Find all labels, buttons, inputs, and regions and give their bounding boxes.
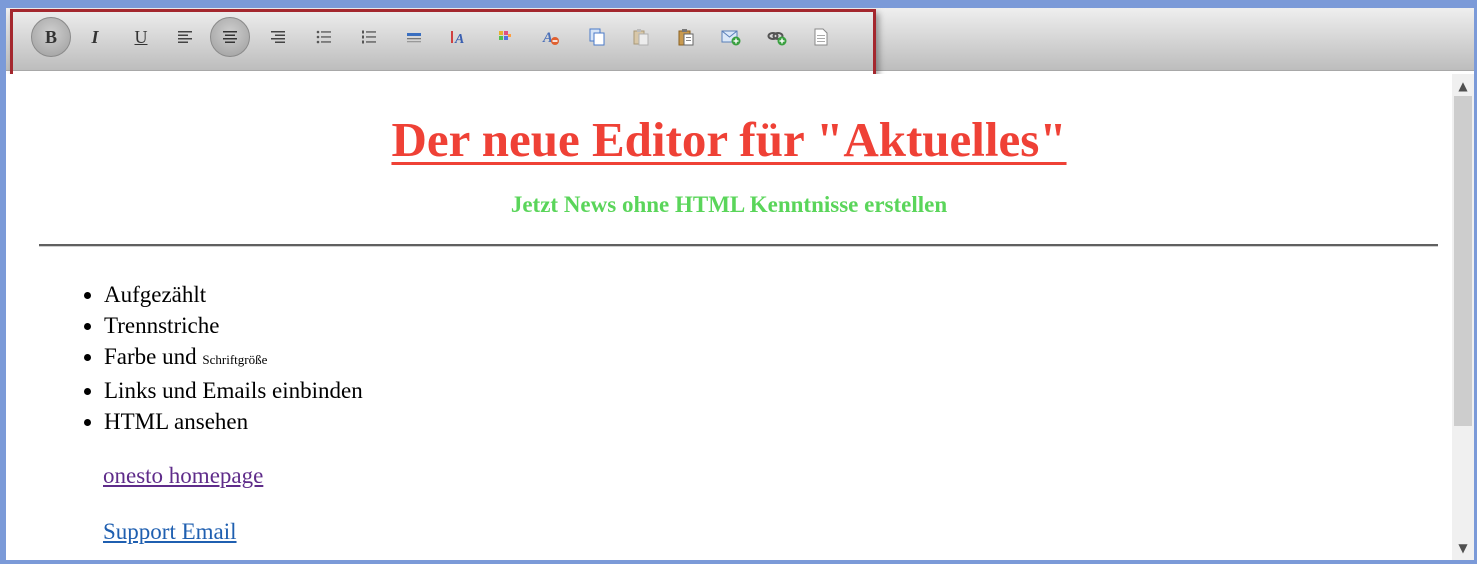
copy-icon [589,28,605,46]
list-item: HTML ansehen [104,406,363,437]
remove-format-icon: A [542,30,559,46]
svg-text:A: A [454,32,464,45]
editor-content-area[interactable]: Der neue Editor für "Aktuelles" Jetzt Ne… [6,74,1452,560]
horizontal-divider [39,244,1438,247]
font-color-button[interactable] [490,22,520,52]
link-add-icon [767,32,787,46]
cut-button[interactable] [626,22,656,52]
copy-button[interactable] [582,22,612,52]
font-size-icon: A [451,31,464,45]
scroll-down-arrow-icon[interactable]: ▼ [1452,538,1474,558]
insert-link-button[interactable] [762,22,792,52]
scroll-thumb[interactable] [1454,96,1472,426]
align-center-button[interactable] [210,17,250,57]
bulleted-list-icon [316,30,331,44]
align-right-button[interactable] [263,22,293,52]
underline-button[interactable]: U [126,22,156,52]
align-left-button[interactable] [170,22,200,52]
list-item: Aufgezählt [104,279,363,310]
numbered-list-icon [362,30,376,44]
list-item-small-text: Schriftgröße [202,352,268,367]
vertical-scrollbar[interactable]: ▲ ▼ [1452,74,1474,560]
feature-list: Aufgezählt Trennstriche Farbe und Schrif… [78,279,363,437]
underline-icon: U [134,26,148,47]
list-item: Trennstriche [104,310,363,341]
list-item-text: Farbe und [104,344,197,369]
font-size-button[interactable]: A [444,22,474,52]
scroll-up-arrow-icon[interactable]: ▲ [1452,76,1474,96]
insert-email-button[interactable] [716,22,746,52]
align-right-icon [271,31,285,43]
list-item: Farbe und Schriftgröße [104,341,363,375]
cut-icon [633,29,649,46]
view-html-button[interactable] [806,22,836,52]
list-item: Links und Emails einbinden [104,375,363,406]
italic-button[interactable]: I [80,22,110,52]
email-add-icon [721,30,741,46]
horizontal-rule-button[interactable] [399,22,429,52]
horizontal-rule-icon [407,33,421,43]
align-center-icon [223,31,237,43]
svg-text:A: A [542,30,553,46]
bold-icon: B [44,26,57,47]
numbered-list-button[interactable] [354,22,384,52]
content-title: Der neue Editor für "Aktuelles" [391,112,1067,167]
content-subtitle: Jetzt News ohne HTML Kenntnisse erstelle… [510,192,948,217]
editor-toolbar: B I U A A [6,8,1474,71]
italic-icon: I [91,26,99,47]
content-title-wrapper: Der neue Editor für "Aktuelles" [6,111,1452,168]
paste-icon [678,29,694,46]
paste-button[interactable] [671,22,701,52]
bold-button[interactable]: B [31,17,71,57]
remove-format-button[interactable]: A [536,22,566,52]
bulleted-list-button[interactable] [309,22,339,52]
color-palette-icon [499,31,511,40]
document-icon [814,28,828,46]
homepage-link[interactable]: onesto homepage [103,463,263,489]
support-email-link[interactable]: Support Email [103,519,237,545]
rich-text-editor: B I U A A Der neue Editor für "Aktuelles… [6,8,1474,560]
align-left-icon [178,31,192,43]
